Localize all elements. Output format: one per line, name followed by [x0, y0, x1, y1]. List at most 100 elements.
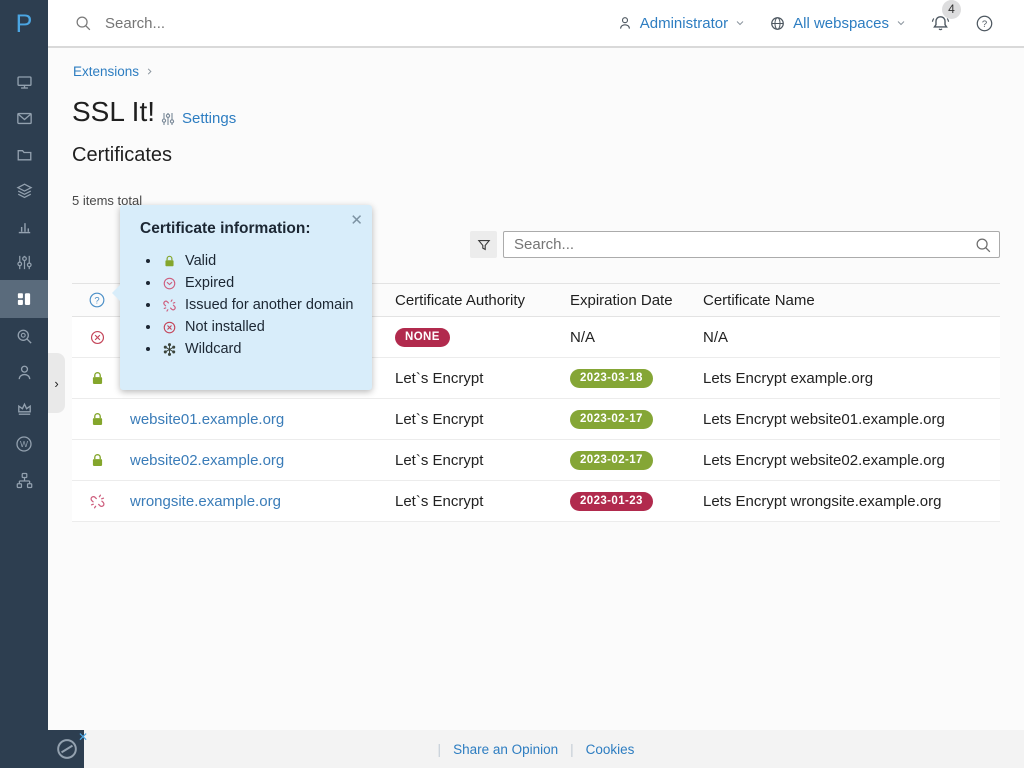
user-icon	[617, 15, 633, 31]
sidebar-item-websites monitor-icon[interactable]	[0, 64, 48, 100]
expired-icon	[162, 276, 177, 291]
share-opinion-link[interactable]: Share an Opinion	[453, 742, 558, 757]
breadcrumb: Extensions	[73, 64, 154, 79]
svg-text:W: W	[20, 439, 28, 449]
domain-link[interactable]: wrongsite.example.org	[130, 493, 281, 510]
search-icon	[74, 14, 92, 32]
valid-lock-icon	[72, 452, 122, 469]
sidebar-item-mail mail-icon[interactable]	[0, 100, 48, 136]
expiration-badge: 2023-03-18	[570, 369, 653, 388]
feedback-icon[interactable]	[54, 736, 80, 762]
header-expiration-date: Expiration Date	[570, 292, 703, 309]
footer: | Share an Opinion | Cookies	[48, 730, 1024, 768]
certificate-name: Lets Encrypt website02.example.org	[703, 452, 1000, 469]
authority-value: Let`s Encrypt	[395, 493, 570, 510]
feedback-close-icon[interactable]: ✕	[78, 730, 88, 744]
bullet	[146, 347, 150, 351]
table-search-input[interactable]	[504, 236, 974, 253]
legend-item-not-installed: Not installed	[140, 319, 358, 335]
table-row: website01.example.org Let`s Encrypt 2023…	[72, 399, 1000, 440]
authority-value: Let`s Encrypt	[395, 370, 570, 387]
sidebar-item-users user-icon[interactable]	[0, 354, 48, 390]
top-bar: Administrator All webspaces 4 ?	[48, 0, 1024, 48]
svg-text:?: ?	[94, 295, 99, 306]
expiration-value: N/A	[570, 329, 703, 346]
plesk-logo[interactable]: P	[0, 0, 48, 48]
sidebar-item-databases layers-icon[interactable]	[0, 172, 48, 208]
legend-label: Not installed	[185, 319, 265, 335]
footer-separator: |	[438, 742, 442, 757]
breadcrumb-extensions-link[interactable]: Extensions	[73, 64, 139, 79]
sidebar-item-premium crown-icon[interactable]	[0, 390, 48, 426]
sliders-icon	[160, 111, 176, 127]
not-installed-icon	[162, 320, 177, 335]
settings-link[interactable]: Settings	[160, 110, 236, 127]
table-row: wrongsite.example.org Let`s Encrypt 2023…	[72, 481, 1000, 522]
table-row: website02.example.org Let`s Encrypt 2023…	[72, 440, 1000, 481]
sidebar-item-wordpress wordpress-icon[interactable]: W	[0, 426, 48, 462]
webspaces-menu[interactable]: All webspaces	[769, 15, 906, 32]
wildcard-icon	[162, 342, 177, 357]
bullet	[146, 303, 150, 307]
feedback-widget: ✕	[0, 730, 84, 768]
sidebar-expand-handle chevron-right-icon[interactable]: ›	[48, 353, 65, 413]
sidebar-nav: W	[0, 48, 48, 768]
notifications-button[interactable]: 4	[930, 13, 951, 34]
legend-item-expired: Expired	[140, 275, 358, 291]
sidebar-item-tools sliders-icon[interactable]	[0, 244, 48, 280]
certificate-name: Lets Encrypt website01.example.org	[703, 411, 1000, 428]
domain-link[interactable]: website02.example.org	[130, 452, 284, 469]
chevron-down-icon	[896, 18, 906, 28]
bullet	[146, 281, 150, 285]
chevron-down-icon	[735, 18, 745, 28]
sidebar-item-sites network-icon[interactable]	[0, 462, 48, 498]
authority-badge: NONE	[395, 328, 450, 347]
tooltip-notch	[112, 285, 120, 301]
top-bar-right: Administrator All webspaces 4 ?	[617, 13, 1024, 34]
authority-value: Let`s Encrypt	[395, 452, 570, 469]
close-icon[interactable]: ✕	[350, 213, 363, 228]
bullet	[146, 325, 150, 329]
sidebar-item-extensions extensions-icon[interactable]	[0, 280, 48, 318]
tooltip-title: Certificate information:	[140, 220, 358, 238]
certificate-name: Lets Encrypt example.org	[703, 370, 1000, 387]
sidebar-item-statistics stats-icon[interactable]	[0, 208, 48, 244]
expiration-badge: 2023-02-17	[570, 451, 653, 470]
legend-label: Wildcard	[185, 341, 241, 357]
sidebar-item-files folder-icon[interactable]	[0, 136, 48, 172]
authority-value: Let`s Encrypt	[395, 411, 570, 428]
filter-button funnel-icon[interactable]	[470, 231, 497, 258]
administrator-label: Administrator	[640, 15, 728, 32]
logo-letter: P	[16, 10, 33, 39]
legend-item-issued-for-another-domain: Issued for another domain	[140, 297, 358, 313]
globe-icon	[769, 15, 786, 32]
lock-icon	[162, 254, 177, 269]
legend-item-valid: Valid	[140, 253, 358, 269]
expiration-badge: 2023-02-17	[570, 410, 653, 429]
settings-label: Settings	[182, 110, 236, 127]
valid-lock-icon	[72, 411, 122, 428]
legend-label: Valid	[185, 253, 216, 269]
search-icon[interactable]	[974, 236, 999, 254]
table-search	[503, 231, 1000, 258]
broken-chain-icon	[162, 298, 177, 313]
section-title: Certificates	[72, 144, 172, 167]
global-search[interactable]	[74, 14, 617, 32]
bullet	[146, 259, 150, 263]
cookies-link[interactable]: Cookies	[586, 742, 635, 757]
footer-separator: |	[570, 742, 574, 757]
certificate-info-tooltip: ✕ Certificate information: Valid Expired…	[120, 205, 372, 390]
tooltip-legend-list: Valid Expired Issued for another domain …	[140, 253, 358, 357]
administrator-menu[interactable]: Administrator	[617, 15, 745, 32]
chevron-right-icon	[145, 67, 154, 76]
domain-link[interactable]: website01.example.org	[130, 411, 284, 428]
global-search-input[interactable]	[105, 15, 405, 32]
notification-count-badge: 4	[942, 0, 961, 19]
sidebar-item-seo seo-search-icon[interactable]	[0, 318, 48, 354]
certificate-name: Lets Encrypt wrongsite.example.org	[703, 493, 1000, 510]
page-title: SSL It!	[72, 96, 155, 128]
valid-lock-icon	[72, 370, 122, 387]
header-certificate-name: Certificate Name	[703, 292, 1000, 309]
help-button[interactable]: ?	[975, 14, 994, 33]
not-installed-icon	[72, 329, 122, 346]
